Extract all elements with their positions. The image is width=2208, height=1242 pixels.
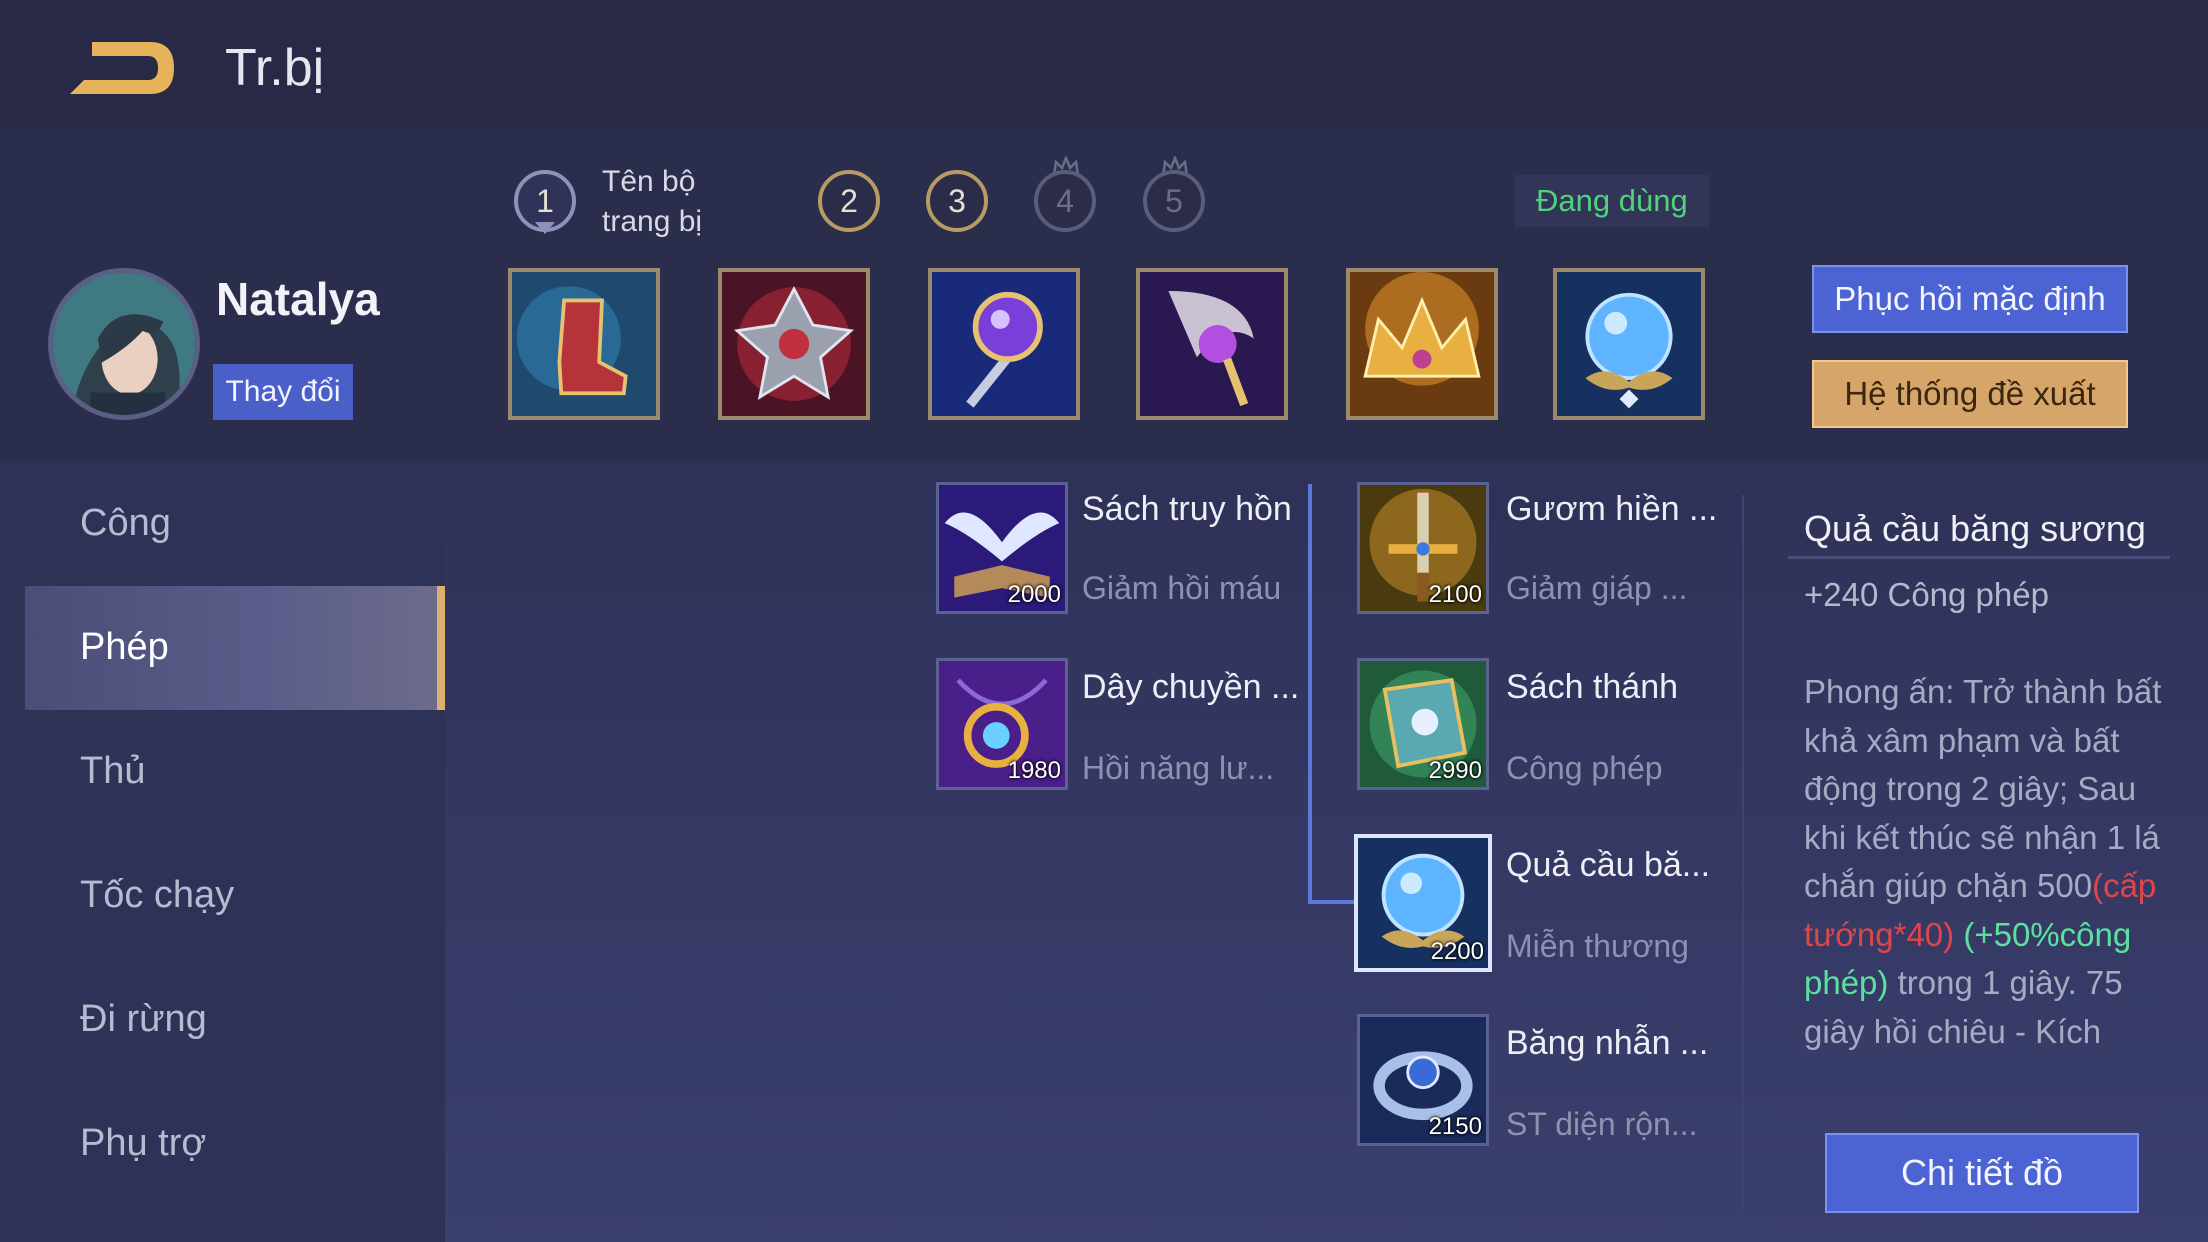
- item-sword[interactable]: 2100: [1357, 482, 1489, 614]
- top-bar: [0, 0, 2208, 128]
- item-price: 2200: [1430, 938, 1484, 965]
- hero-avatar: [48, 268, 200, 420]
- item-desc: Hồi năng lư...: [1082, 750, 1275, 786]
- back-button[interactable]: [62, 34, 182, 104]
- item-price: 1980: [1007, 757, 1061, 784]
- item-holy-book[interactable]: 2990: [1357, 658, 1489, 790]
- menu-item-jungle[interactable]: Đi rừng: [80, 998, 207, 1041]
- upgrade-tree-connector: [1308, 900, 1354, 904]
- loadout-tab-2[interactable]: 2: [818, 170, 880, 232]
- detail-divider: [1788, 556, 2170, 559]
- build-slot-6[interactable]: [1553, 268, 1705, 420]
- item-frost-orb[interactable]: 2200: [1354, 834, 1492, 972]
- item-winged-book[interactable]: 2000: [936, 482, 1068, 614]
- build-slot-4[interactable]: [1136, 268, 1288, 420]
- item-name[interactable]: Gươm hiền ...: [1506, 490, 1717, 529]
- active-tab-pointer: [535, 222, 555, 234]
- item-desc: ST diện rộn...: [1506, 1106, 1698, 1142]
- menu-item-movement[interactable]: Tốc chạy: [80, 874, 234, 917]
- item-name[interactable]: Sách thánh: [1506, 668, 1678, 707]
- page-title: Tr.bị: [225, 39, 325, 97]
- loadout-tab-5[interactable]: 5: [1143, 170, 1205, 232]
- item-details-button[interactable]: Chi tiết đồ: [1825, 1133, 2139, 1213]
- golden-crown-icon: [1350, 272, 1494, 416]
- hero-portrait-icon: [53, 273, 195, 415]
- loadout-tab-label: Tên bộ trang bị: [602, 165, 703, 238]
- crystal-scepter-icon: [1140, 272, 1284, 416]
- item-desc: Giảm hồi máu: [1082, 570, 1282, 606]
- menu-item-attack[interactable]: Công: [80, 502, 171, 545]
- in-use-badge: Đang dùng: [1514, 175, 1710, 227]
- item-price: 2150: [1428, 1113, 1482, 1140]
- menu-active-bar: [437, 586, 445, 710]
- loadout-tab-3[interactable]: 3: [926, 170, 988, 232]
- item-price: 2100: [1428, 581, 1482, 608]
- panel-divider: [1742, 495, 1744, 1210]
- menu-item-magic[interactable]: Phép: [80, 626, 169, 669]
- spiked-armor-icon: [722, 272, 866, 416]
- item-name[interactable]: Dây chuyền ...: [1082, 668, 1299, 707]
- item-amulet[interactable]: 1980: [936, 658, 1068, 790]
- detail-title: Quả cầu băng sương: [1804, 508, 2146, 549]
- item-name[interactable]: Quả cầu bă...: [1506, 846, 1710, 885]
- item-price: 2990: [1428, 757, 1482, 784]
- build-slot-5[interactable]: [1346, 268, 1498, 420]
- frost-orb-icon: [1557, 272, 1701, 416]
- item-name[interactable]: Băng nhẫn ...: [1506, 1024, 1708, 1063]
- item-ice-ring[interactable]: 2150: [1357, 1014, 1489, 1146]
- item-desc: Miễn thương: [1506, 928, 1689, 964]
- build-slot-2[interactable]: [718, 268, 870, 420]
- build-slot-3[interactable]: [928, 268, 1080, 420]
- category-menu: [0, 460, 445, 1242]
- back-arrow-icon: [70, 42, 174, 94]
- item-desc: Công phép: [1506, 750, 1663, 786]
- detail-stat: +240 Công phép: [1804, 576, 2049, 613]
- loadout-tab-4[interactable]: 4: [1034, 170, 1096, 232]
- boots-icon: [512, 272, 656, 416]
- menu-item-support[interactable]: Phụ trợ: [80, 1122, 206, 1165]
- suggested-build-button[interactable]: Hệ thống đề xuất: [1812, 360, 2128, 428]
- hero-name: Natalya: [216, 273, 380, 325]
- menu-item-defense[interactable]: Thủ: [80, 750, 145, 793]
- upgrade-tree-line: [1308, 484, 1312, 904]
- item-price: 2000: [1007, 581, 1061, 608]
- restore-default-button[interactable]: Phục hồi mặc định: [1812, 265, 2128, 333]
- build-slot-1[interactable]: [508, 268, 660, 420]
- detail-description: Phong ấn: Trở thành bất khả xâm phạm và …: [1804, 673, 2162, 1050]
- item-desc: Giảm giáp ...: [1506, 570, 1688, 606]
- orb-staff-icon: [932, 272, 1076, 416]
- change-hero-button[interactable]: Thay đổi: [213, 364, 353, 420]
- item-name[interactable]: Sách truy hồn: [1082, 490, 1292, 529]
